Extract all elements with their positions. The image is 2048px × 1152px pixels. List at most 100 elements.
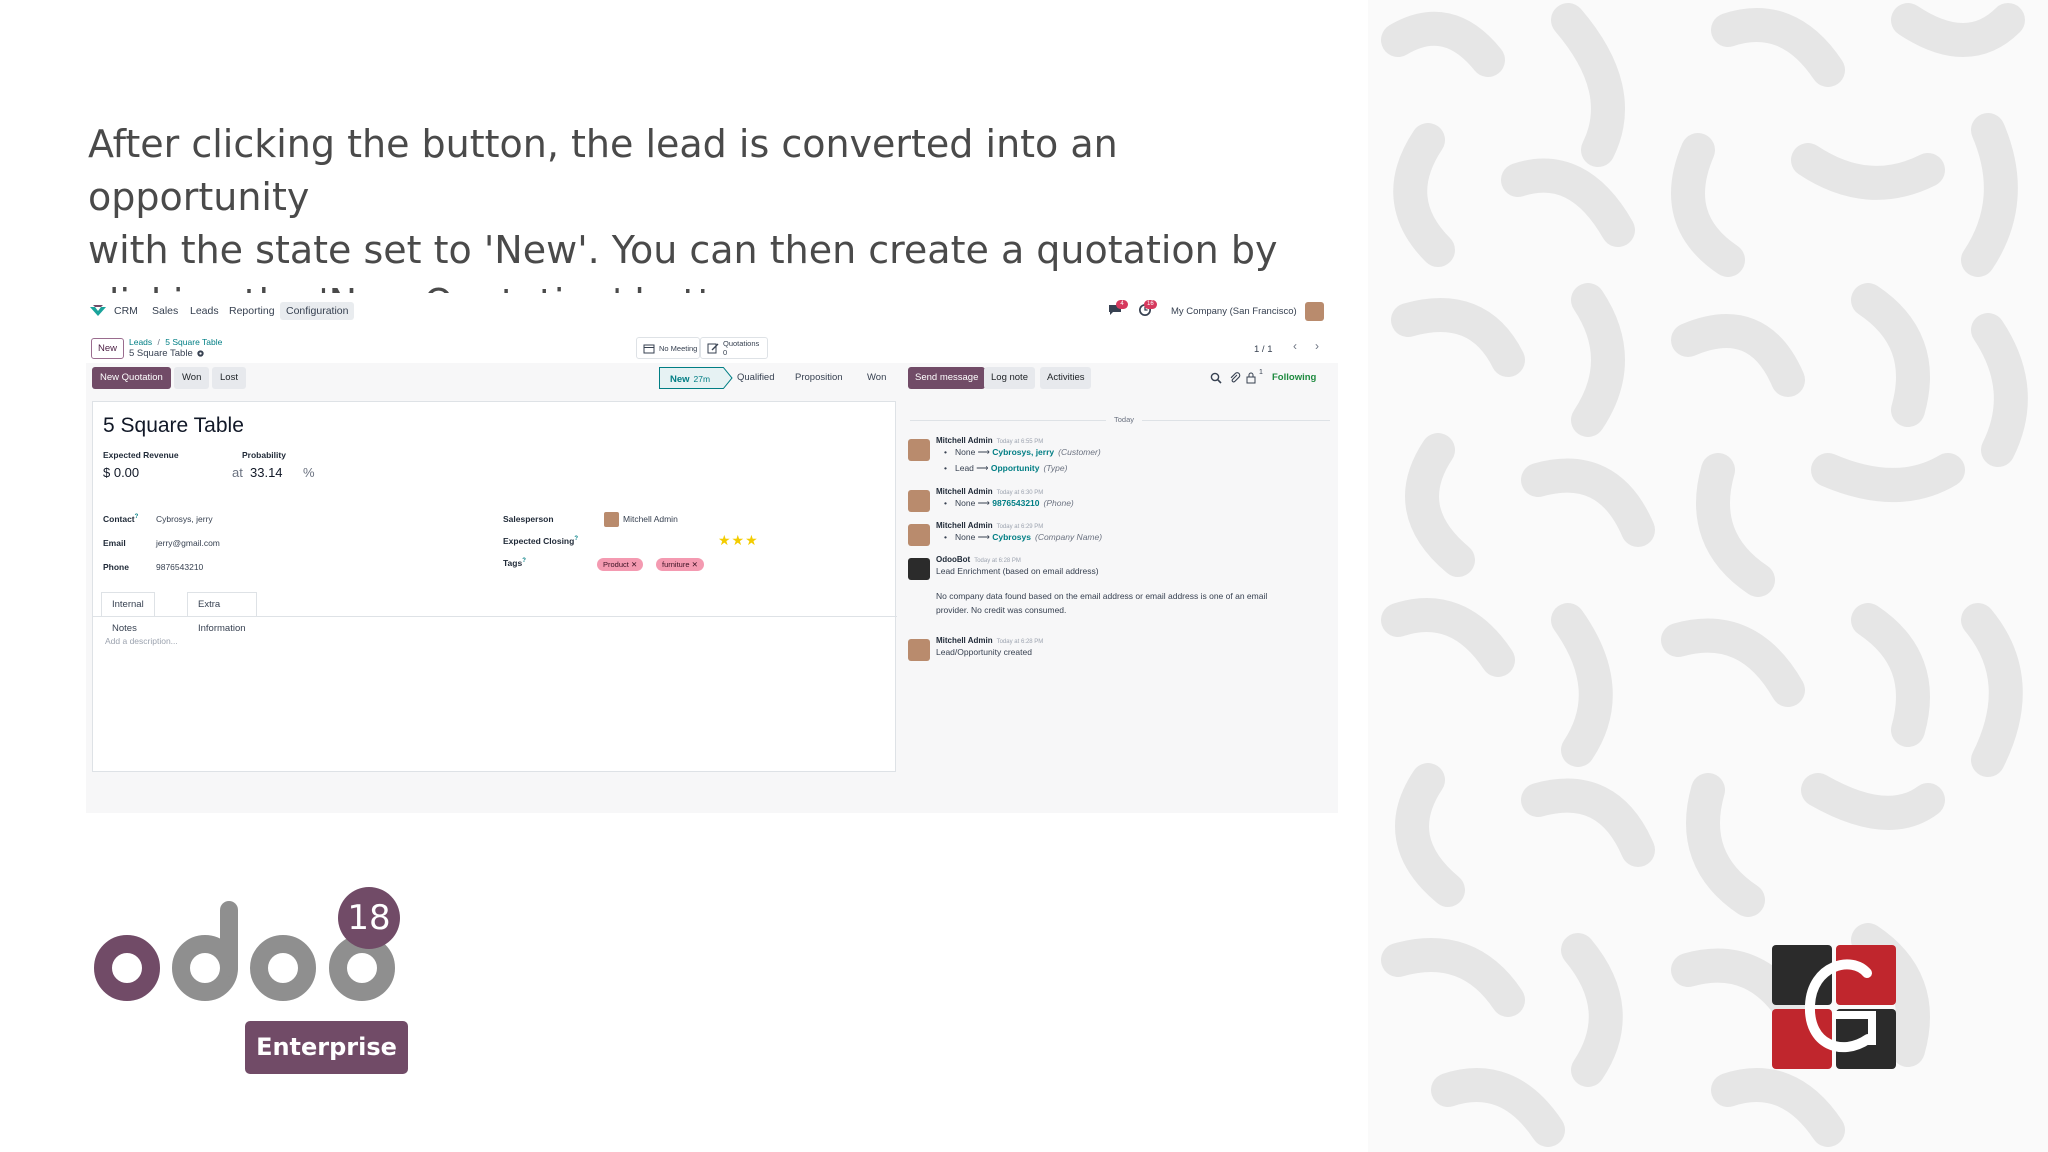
tab-internal-notes[interactable]: Internal Notes xyxy=(101,592,155,634)
chatter-message: Mitchell Admin Today at 6:55 PM • None ⟶ C… xyxy=(908,436,1328,476)
salesperson-avatar xyxy=(604,512,619,527)
headline-line-1: After clicking the button, the lead is c… xyxy=(88,122,1118,219)
phone-field[interactable]: 9876543210 xyxy=(156,562,203,572)
following-button[interactable]: Following xyxy=(1272,372,1316,383)
company-switcher[interactable]: My Company (San Francisco) xyxy=(1171,306,1297,317)
message-body: Lead Enrichment (based on email address) xyxy=(936,566,1099,576)
probability-field[interactable]: 33.14 xyxy=(250,465,283,480)
salesperson-field[interactable]: Mitchell Admin xyxy=(623,514,678,524)
opportunity-form-sheet: 5 Square Table Expected Revenue $ 0.00 P… xyxy=(92,401,897,772)
crm-app-icon[interactable] xyxy=(90,305,106,317)
message-body: provider. No credit was consumed. xyxy=(936,605,1067,615)
breadcrumb-separator: / xyxy=(157,337,160,347)
stage-proposition[interactable]: Proposition xyxy=(795,367,843,389)
salesperson-label: Salesperson xyxy=(503,514,554,524)
email-label: Email xyxy=(103,538,126,548)
message-body: Lead/Opportunity created xyxy=(936,647,1032,657)
date-label-today: Today xyxy=(1106,415,1143,424)
quotations-count: 0 xyxy=(723,348,728,357)
record-name: 5 Square Table xyxy=(129,348,193,359)
headline-line-2: with the state set to 'New'. You can the… xyxy=(88,228,1278,272)
message-author: Mitchell Admin Today at 6:29 PM xyxy=(936,521,1044,530)
message-author: Mitchell Admin Today at 6:55 PM xyxy=(936,436,1044,445)
author-avatar xyxy=(908,490,930,512)
email-field[interactable]: jerry@gmail.com xyxy=(156,538,220,548)
user-avatar[interactable] xyxy=(1305,302,1324,321)
expected-revenue-label: Expected Revenue xyxy=(103,450,179,460)
message-author: Mitchell Admin Today at 6:30 PM xyxy=(936,487,1044,496)
stage-won[interactable]: Won xyxy=(867,367,886,389)
form-actions-bar: New Quotation Won Lost New 27m Qualified … xyxy=(86,367,902,393)
message-author: Mitchell Admin Today at 6:28 PM xyxy=(936,636,1044,645)
won-button[interactable]: Won xyxy=(174,367,210,389)
meeting-label: No Meeting xyxy=(659,344,698,353)
nav-leads[interactable]: Leads xyxy=(190,305,219,317)
expected-revenue-field[interactable]: $ 0.00 xyxy=(103,465,139,480)
message-author: OdooBot Today at 6:28 PM xyxy=(936,555,1021,564)
search-icon[interactable] xyxy=(1210,372,1222,384)
tag-product[interactable]: Product ✕ xyxy=(597,558,644,571)
tag-furniture[interactable]: furniture ✕ xyxy=(656,558,704,571)
edit-document-icon xyxy=(707,343,719,354)
paperclip-icon[interactable] xyxy=(1229,372,1241,384)
edition-badge: Enterprise xyxy=(245,1021,408,1074)
followers-count[interactable]: 1 xyxy=(1259,369,1263,376)
lock-icon[interactable] xyxy=(1246,371,1256,384)
version-badge: 18 xyxy=(338,887,400,949)
chatter-message: OdooBot Today at 6:28 PM Lead Enrichment … xyxy=(908,555,1328,615)
author-avatar xyxy=(908,524,930,546)
probability-percent: % xyxy=(303,465,315,480)
activity-badge: 16 xyxy=(1144,300,1157,309)
probability-at: at xyxy=(232,465,243,480)
chatter-message: Mitchell Admin Today at 6:30 PM • None ⟶ 9… xyxy=(908,487,1328,513)
pager-next-button[interactable]: › xyxy=(1308,339,1326,357)
tracking-line: • Lead ⟶ Opportunity (Type) xyxy=(944,463,1068,473)
author-avatar xyxy=(908,639,930,661)
new-quotation-button[interactable]: New Quotation xyxy=(92,367,171,389)
meeting-smart-button[interactable]: No Meeting xyxy=(636,337,700,359)
nav-sales[interactable]: Sales xyxy=(152,305,178,317)
tracking-line: • None ⟶ 9876543210 (Phone) xyxy=(944,498,1074,508)
odoo-crm-screenshot: CRM Sales Leads Reporting Configuration … xyxy=(86,293,1338,813)
tracking-line: • None ⟶ Cybrosys (Company Name) xyxy=(944,532,1103,542)
cybrosys-logo xyxy=(1772,945,1896,1069)
quotations-smart-button[interactable]: Quotations 0 xyxy=(700,337,768,359)
chat-badge: 4 xyxy=(1116,300,1128,309)
control-panel: New Leads / 5 Square Table 5 Square Tabl… xyxy=(86,333,1338,363)
lost-button[interactable]: Lost xyxy=(212,367,246,389)
pager-previous-button[interactable]: ‹ xyxy=(1286,339,1304,357)
nav-reporting[interactable]: Reporting xyxy=(229,305,275,317)
nav-configuration[interactable]: Configuration xyxy=(280,302,355,320)
pager-value[interactable]: 1 / 1 xyxy=(1254,344,1273,355)
expected-closing-label: Expected Closing? xyxy=(503,536,578,546)
stage-new-time: 27m xyxy=(693,374,711,384)
opportunity-title[interactable]: 5 Square Table xyxy=(103,414,244,438)
quotations-label: Quotations xyxy=(723,339,760,348)
priority-stars[interactable]: ★★★ xyxy=(718,532,759,549)
breadcrumb-leads[interactable]: Leads xyxy=(129,337,152,347)
contact-field[interactable]: Cybrosys, jerry xyxy=(156,514,213,524)
tab-divider xyxy=(93,616,897,617)
log-note-button[interactable]: Log note xyxy=(984,367,1035,389)
nav-crm[interactable]: CRM xyxy=(114,305,138,317)
stage-qualified[interactable]: Qualified xyxy=(737,367,775,389)
stage-arrow xyxy=(723,367,733,389)
send-message-button[interactable]: Send message xyxy=(908,367,986,389)
new-button[interactable]: New xyxy=(91,338,124,359)
tags-label: Tags? xyxy=(503,558,526,568)
stage-new-label: New xyxy=(670,374,690,385)
gear-icon[interactable] xyxy=(196,349,205,358)
odoobot-avatar xyxy=(908,558,930,580)
description-field[interactable]: Add a description... xyxy=(105,636,178,646)
author-avatar xyxy=(908,439,930,461)
breadcrumb: Leads / 5 Square Table xyxy=(129,337,222,347)
activities-button[interactable]: Activities xyxy=(1040,367,1092,389)
tab-extra-information[interactable]: Extra Information xyxy=(187,592,257,634)
chatter-actions-bar: Send message Log note Activities 1 Follo… xyxy=(906,367,1338,393)
message-body: No company data found based on the email… xyxy=(936,591,1268,601)
top-navbar: CRM Sales Leads Reporting Configuration … xyxy=(86,293,1338,333)
contact-label: Contact? xyxy=(103,514,139,524)
chatter-message: Mitchell Admin Today at 6:29 PM • None ⟶ C… xyxy=(908,521,1328,547)
stage-new[interactable]: New 27m xyxy=(659,367,723,389)
breadcrumb-current[interactable]: 5 Square Table xyxy=(165,337,222,347)
